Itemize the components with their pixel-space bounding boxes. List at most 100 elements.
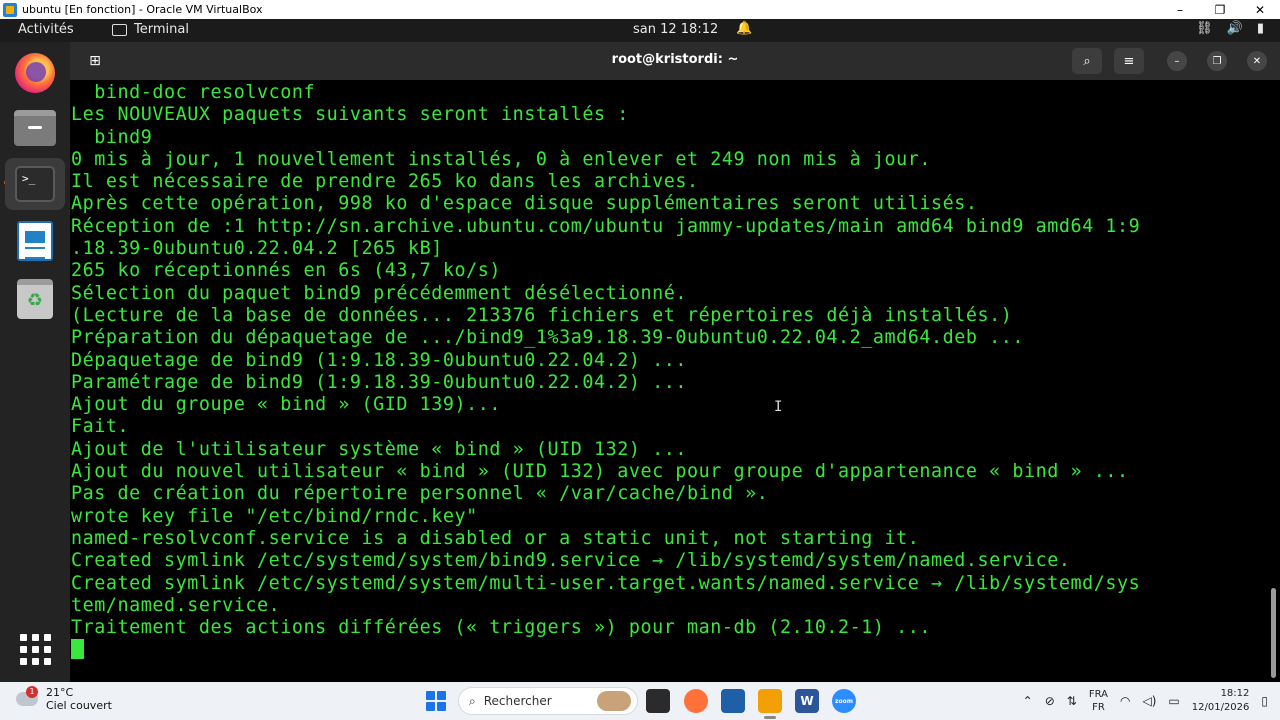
search-icon: ⌕ xyxy=(469,693,476,708)
scrollbar-thumb[interactable] xyxy=(1271,588,1276,678)
start-button[interactable] xyxy=(426,691,446,711)
virtualbox-icon[interactable] xyxy=(721,689,745,713)
windows-taskbar: 1 21°C Ciel couvert ⌕ Rechercher W zoom … xyxy=(0,682,1280,720)
terminal-line: Sélection du paquet bind9 précédemment d… xyxy=(71,282,687,304)
zoom-icon[interactable]: zoom xyxy=(832,689,856,713)
dock-item-writer[interactable] xyxy=(12,218,58,264)
firefox-icon[interactable] xyxy=(684,689,708,713)
search-placeholder: Rechercher xyxy=(483,694,552,708)
terminal-line: Réception de :1 http://sn.archive.ubuntu… xyxy=(71,215,1141,237)
terminal-line: Created symlink /etc/systemd/system/mult… xyxy=(71,572,1141,594)
virtualbox-titlebar: ubuntu [En fonction] - Oracle VM Virtual… xyxy=(0,0,1280,19)
wifi-icon[interactable]: ◠ xyxy=(1120,694,1130,708)
terminal-line: Préparation du dépaquetage de .../bind9_… xyxy=(71,327,1025,349)
terminal-line: .18.39-0ubuntu0.22.04.2 [265 kB] xyxy=(71,238,443,260)
app-menu-label: Terminal xyxy=(134,22,189,37)
taskbar-search[interactable]: ⌕ Rechercher xyxy=(458,687,638,715)
network-icon: ⛓ xyxy=(1196,21,1213,36)
word-icon[interactable]: W xyxy=(795,689,819,713)
terminal-line: Les NOUVEAUX paquets suivants seront ins… xyxy=(71,104,629,126)
volume-icon: 🔊 xyxy=(1226,21,1243,36)
cloud-icon: 1 xyxy=(16,686,38,706)
temperature: 21°C xyxy=(46,686,74,699)
show-apps-icon xyxy=(19,633,51,665)
weather-condition: Ciel couvert xyxy=(46,699,112,712)
dock-item-trash[interactable]: ♻ xyxy=(12,276,58,322)
virtualbox-icon xyxy=(3,2,17,17)
terminal-scrollbar[interactable] xyxy=(1268,80,1280,682)
chevron-up-icon[interactable]: ⌃ xyxy=(1023,694,1033,708)
writer-icon xyxy=(17,221,53,261)
search-icon: ⌕ xyxy=(1083,53,1091,69)
mouse-ibeam-cursor: I xyxy=(774,399,783,415)
time: 18:12 xyxy=(1220,688,1250,699)
date: 12/01/2026 xyxy=(1191,702,1250,713)
language-indicator[interactable]: FRA FR xyxy=(1089,688,1108,714)
close-window-button[interactable]: ✕ xyxy=(1247,51,1267,71)
ubuntu-top-bar: Activités Terminal san 12 18:12 🔔 ⛓ 🔊 ▮ xyxy=(0,19,1280,42)
hamburger-icon: ≡ xyxy=(1123,53,1135,69)
firefox-icon xyxy=(15,53,55,93)
terminal-line: Pas de création du répertoire personnel … xyxy=(71,483,769,505)
trash-icon: ♻ xyxy=(17,279,53,319)
terminal-line: Paramétrage de bind9 (1:9.18.39-0ubuntu0… xyxy=(71,371,687,393)
terminal-line: Après cette opération, 998 ko d'espace d… xyxy=(71,193,978,215)
prompt-line[interactable] xyxy=(71,639,1140,662)
weather-widget[interactable]: 1 21°C Ciel couvert xyxy=(16,686,112,712)
terminal-line: tem/named.service. xyxy=(71,594,281,616)
terminal-line: bind-doc resolvconf xyxy=(71,82,316,103)
notification-area: ⌃ ⊘ ⇅ FRA FR ◠ ◁) ▭ 18:12 12/01/2026 ▯ xyxy=(1023,682,1280,720)
terminal-line: Ajout de l'utilisateur système « bind » … xyxy=(71,438,687,460)
terminal-line: 265 ko réceptionnés en 6s (43,7 ko/s) xyxy=(71,260,502,282)
minimize-button[interactable]: – xyxy=(1160,3,1200,17)
app-menu[interactable]: Terminal xyxy=(112,22,189,37)
keyboard-layout: FR xyxy=(1092,702,1105,713)
terminal-line: (Lecture de la base de données... 213376… xyxy=(71,304,1013,326)
search-button[interactable]: ⌕ xyxy=(1072,48,1102,74)
activities-button[interactable]: Activités xyxy=(18,22,74,37)
minimize-window-button[interactable]: – xyxy=(1167,51,1187,71)
system-tray[interactable]: ⛓ 🔊 ▮ xyxy=(1196,21,1264,36)
dock-item-files[interactable] xyxy=(12,105,58,151)
clock[interactable]: san 12 18:12 xyxy=(633,22,718,37)
menu-button[interactable]: ≡ xyxy=(1114,48,1144,74)
show-apps-button[interactable] xyxy=(12,626,58,672)
terminal-lines: bind-doc resolvconf Les NOUVEAUX paquets … xyxy=(71,82,1140,663)
battery-icon[interactable]: ▭ xyxy=(1168,694,1179,708)
dock: >_ ♻ xyxy=(0,42,70,682)
terminal-line: Ajout du groupe « bind » (GID 139)... xyxy=(71,394,502,416)
terminal-line: Traitement des actions différées (« trig… xyxy=(71,617,932,639)
sublime-text-icon[interactable] xyxy=(758,689,782,719)
dock-item-firefox[interactable] xyxy=(12,50,58,96)
terminal-line: Fait. xyxy=(71,416,130,438)
terminal-line: Dépaquetage de bind9 (1:9.18.39-0ubuntu0… xyxy=(71,349,687,371)
terminal-line: Created symlink /etc/systemd/system/bind… xyxy=(71,550,1071,572)
terminal-icon: >_ xyxy=(15,166,55,202)
bell-icon: 🔔 xyxy=(736,21,753,36)
close-button[interactable]: ✕ xyxy=(1240,3,1280,17)
terminal-line: bind9 xyxy=(71,126,153,148)
terminal-line: Ajout du nouvel utilisateur « bind » (UI… xyxy=(71,461,1129,483)
terminal-icon xyxy=(112,23,127,36)
notifications-icon[interactable]: ▯ xyxy=(1261,694,1268,708)
dock-item-terminal[interactable]: >_ xyxy=(5,158,65,210)
terminal-line: Il est nécessaire de prendre 265 ko dans… xyxy=(71,171,699,193)
network-sharing-icon[interactable]: ⇅ xyxy=(1067,694,1077,708)
terminal-line: named-resolvconf.service is a disabled o… xyxy=(71,527,920,549)
files-icon xyxy=(14,110,56,146)
notification-badge: 1 xyxy=(26,686,38,698)
terminal-line: wrote key file "/etc/bind/rndc.key" xyxy=(71,505,478,527)
terminal-line: 0 mis à jour, 1 nouvellement installés, … xyxy=(71,148,932,170)
text-cursor xyxy=(71,639,84,660)
file-explorer-icon[interactable] xyxy=(646,689,670,713)
maximize-window-button[interactable]: ❐ xyxy=(1207,51,1227,71)
search-highlight-image xyxy=(597,691,631,711)
speaker-icon[interactable]: ◁) xyxy=(1142,694,1156,708)
restore-button[interactable]: ❐ xyxy=(1200,3,1240,17)
language-code: FRA xyxy=(1088,689,1108,700)
terminal-headerbar: ⊞ root@kristordi: ~ ⌕ ≡ – ❐ ✕ xyxy=(70,42,1280,80)
terminal-output[interactable]: bind-doc resolvconf Les NOUVEAUX paquets … xyxy=(70,80,1268,682)
window-title: ubuntu [En fonction] - Oracle VM Virtual… xyxy=(22,3,263,16)
mute-icon[interactable]: ⊘ xyxy=(1045,694,1055,708)
taskbar-clock[interactable]: 18:12 12/01/2026 xyxy=(1192,687,1250,715)
